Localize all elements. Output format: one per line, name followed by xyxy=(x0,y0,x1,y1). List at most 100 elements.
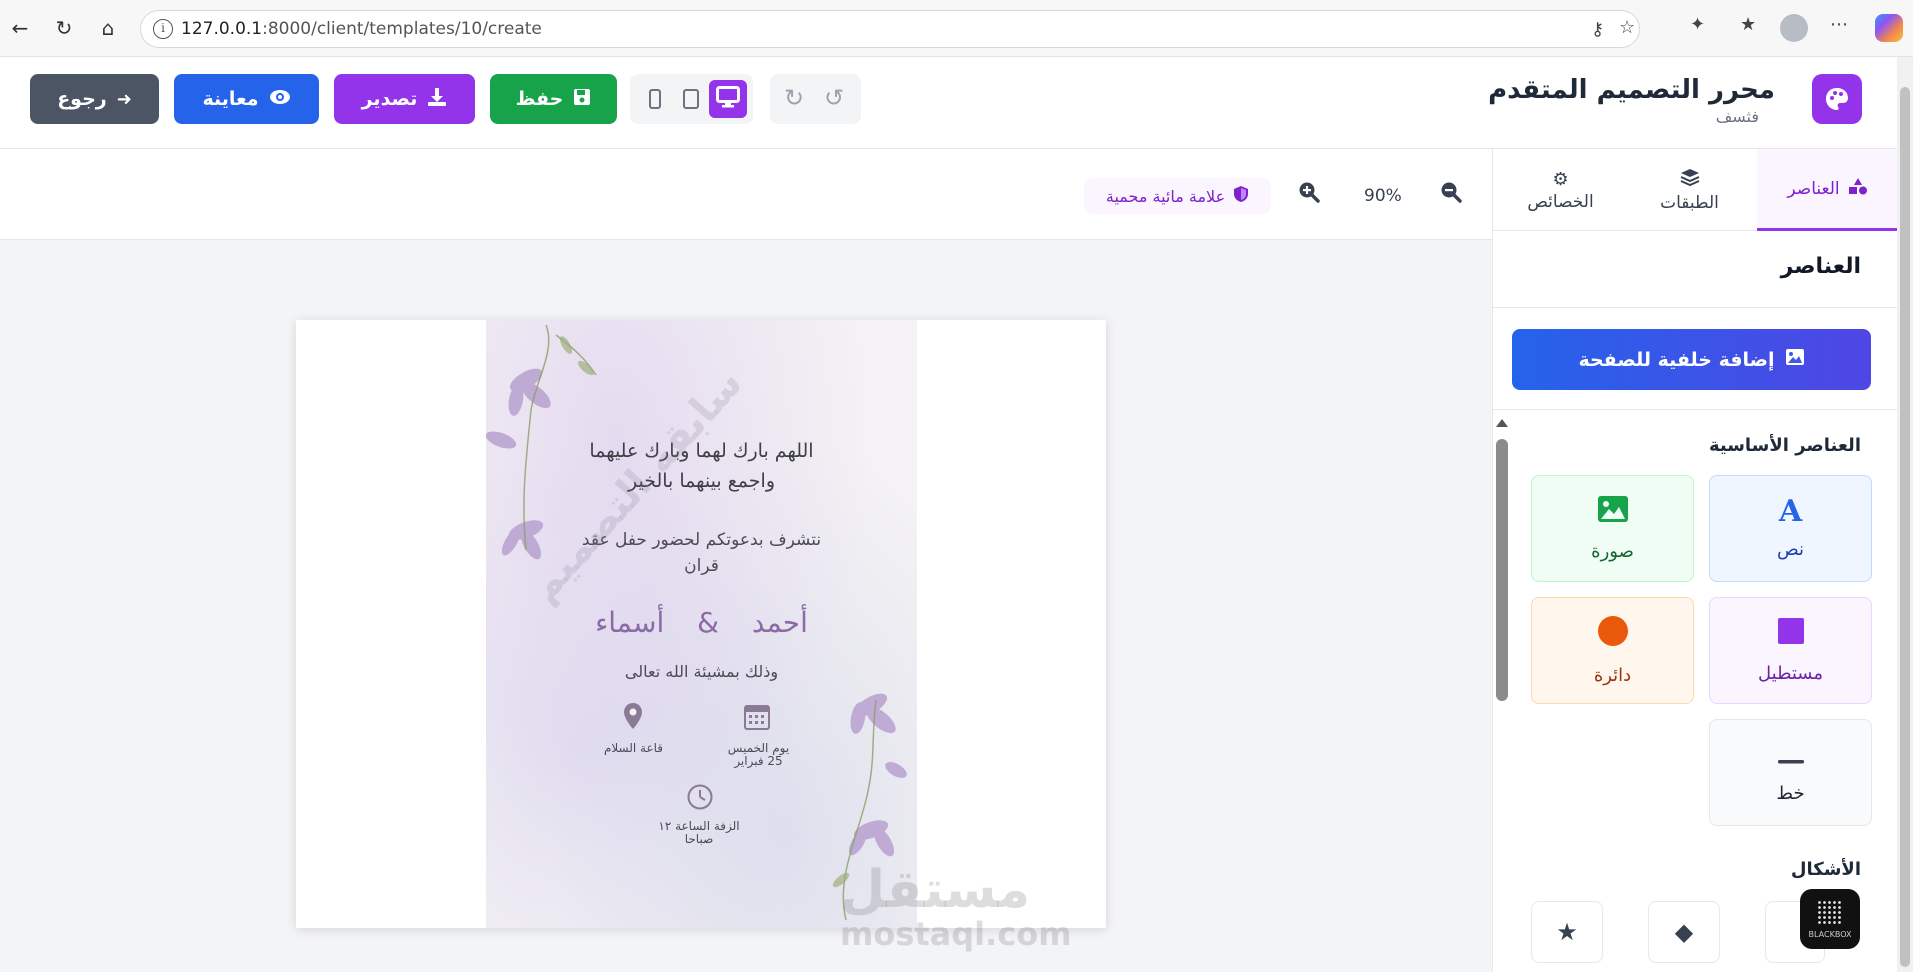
diamond-icon: ◆ xyxy=(1674,918,1694,946)
editor-header: ➜ رجوع معاينة تصدير حفظ ↻ ↺ محرر التصميم… xyxy=(0,57,1897,149)
image-icon xyxy=(1785,348,1805,371)
undo-icon[interactable]: ↺ xyxy=(824,84,844,112)
line-icon xyxy=(1777,741,1804,771)
eye-icon xyxy=(269,89,291,110)
divider xyxy=(1493,307,1898,308)
arrow-right-icon: ➜ xyxy=(116,88,132,110)
editor-title: محرر التصميم المتقدم xyxy=(1488,75,1775,105)
download-icon xyxy=(427,87,447,112)
bride-name: أسماء xyxy=(595,606,665,639)
shield-icon xyxy=(1233,185,1249,207)
url-host: 127.0.0.1 xyxy=(181,19,263,39)
text-tile-label: نص xyxy=(1776,539,1805,560)
add-background-button[interactable]: إضافة خلفية للصفحة xyxy=(1512,329,1871,390)
key-icon[interactable]: ⚷ xyxy=(1591,19,1604,40)
page-scrollbar[interactable] xyxy=(1897,57,1913,972)
tab-layers[interactable]: الطبقات xyxy=(1622,149,1757,231)
redo-icon[interactable]: ↻ xyxy=(784,84,804,112)
layers-icon xyxy=(1680,168,1700,191)
desktop-view-button[interactable] xyxy=(709,80,747,118)
watermark-badge: علامة مائية محمية xyxy=(1084,178,1271,214)
zoom-in-icon[interactable] xyxy=(1298,181,1320,209)
venue-text[interactable]: قاعة السلام xyxy=(586,742,681,755)
elements-panel: العناصر الطبقات ⚙ الخصائص العناصر إضافة … xyxy=(1492,149,1898,972)
location-pin-icon xyxy=(623,702,643,737)
add-line-tile[interactable]: خط xyxy=(1709,719,1872,826)
add-image-tile[interactable]: صورة xyxy=(1531,475,1694,582)
circle-icon xyxy=(1597,615,1629,653)
groom-name: أحمد xyxy=(751,606,808,639)
blackbox-label: BLACKBOX xyxy=(1808,929,1852,939)
panel-title: العناصر xyxy=(1780,254,1861,279)
image-tile-label: صورة xyxy=(1591,541,1634,562)
add-text-tile[interactable]: A نص xyxy=(1709,475,1872,582)
calendar-icon xyxy=(744,702,770,737)
text-icon: A xyxy=(1778,494,1803,529)
profile-avatar[interactable] xyxy=(1780,14,1808,42)
back-button[interactable]: ➜ رجوع xyxy=(30,74,159,124)
tab-properties-label: الخصائص xyxy=(1527,191,1594,212)
page-scrollbar-thumb[interactable] xyxy=(1900,87,1910,967)
save-label: حفظ xyxy=(515,88,564,110)
export-button[interactable]: تصدير xyxy=(334,74,475,124)
canvas-toolbar: 90% علامة مائية محمية xyxy=(0,149,1492,240)
add-rectangle-tile[interactable]: مستطيل xyxy=(1709,597,1872,704)
home-icon[interactable]: ⌂ xyxy=(96,16,120,40)
site-info-icon[interactable]: i xyxy=(153,19,173,39)
add-background-label: إضافة خلفية للصفحة xyxy=(1578,348,1775,371)
device-switcher xyxy=(630,74,753,124)
circle-tile-label: دائرة xyxy=(1593,665,1632,686)
square-icon xyxy=(1777,617,1805,651)
copilot-icon[interactable] xyxy=(1875,14,1903,42)
reload-icon[interactable]: ↻ xyxy=(52,16,76,40)
mobile-icon xyxy=(649,89,661,109)
will-of-god-line[interactable]: وذلك بمشيئة الله تعالى xyxy=(486,662,917,681)
gear-icon: ⚙ xyxy=(1552,168,1569,190)
floppy-disk-icon xyxy=(573,88,591,111)
ampersand: & xyxy=(697,606,719,639)
history-controls: ↻ ↺ xyxy=(770,74,861,124)
extensions-icon[interactable]: ✦ xyxy=(1690,14,1705,35)
back-arrow-icon[interactable]: ← xyxy=(8,16,32,40)
panel-scrollbar[interactable] xyxy=(1496,439,1508,701)
desktop-icon xyxy=(716,86,740,112)
tablet-icon xyxy=(683,89,699,109)
more-menu-icon[interactable]: ⋯ xyxy=(1830,14,1848,35)
save-button[interactable]: حفظ xyxy=(490,74,617,124)
image-icon xyxy=(1597,495,1629,529)
add-circle-tile[interactable]: دائرة xyxy=(1531,597,1694,704)
preview-label: معاينة xyxy=(202,88,259,110)
tab-properties[interactable]: ⚙ الخصائص xyxy=(1493,149,1628,231)
blackbox-widget[interactable]: BLACKBOX xyxy=(1800,889,1860,949)
scroll-up-arrow[interactable] xyxy=(1496,419,1508,427)
add-diamond-tile[interactable]: ◆ xyxy=(1648,901,1720,963)
blackbox-logo-icon xyxy=(1817,899,1843,926)
star-icon[interactable]: ☆ xyxy=(1619,17,1635,38)
watermark-label: علامة مائية محمية xyxy=(1105,186,1226,206)
divider xyxy=(1493,409,1898,410)
zoom-out-icon[interactable] xyxy=(1440,181,1462,209)
clock-icon xyxy=(687,784,713,817)
browser-toolbar: ← ↻ ⌂ i 127.0.0.1:8000/client/templates/… xyxy=(0,0,1913,57)
time-line-2[interactable]: صباحا xyxy=(644,833,754,846)
add-star-tile[interactable]: ★ xyxy=(1531,901,1603,963)
date-line-2[interactable]: 25 فبراير xyxy=(711,755,806,768)
shapes-icon xyxy=(1848,177,1868,200)
palette-icon xyxy=(1812,74,1862,124)
tab-elements-label: العناصر xyxy=(1787,178,1840,199)
preview-button[interactable]: معاينة xyxy=(174,74,319,124)
export-label: تصدير xyxy=(361,88,418,110)
favorites-icon[interactable]: ★ xyxy=(1740,14,1756,35)
dua-line-2[interactable]: واجمع بينهما بالخير xyxy=(486,470,917,492)
tab-layers-label: الطبقات xyxy=(1660,192,1719,213)
star-icon: ★ xyxy=(1556,918,1578,946)
tablet-view-button[interactable] xyxy=(672,80,710,118)
tab-elements[interactable]: العناصر xyxy=(1757,149,1898,231)
mostaql-url-watermark: mostaql.com xyxy=(840,915,1072,953)
url-path: :8000/client/templates/10/create xyxy=(262,19,542,39)
line-tile-label: خط xyxy=(1776,783,1805,804)
panel-tabs: العناصر الطبقات ⚙ الخصائص xyxy=(1493,149,1898,231)
address-bar[interactable]: i 127.0.0.1:8000/client/templates/10/cre… xyxy=(140,10,1640,48)
couple-names[interactable]: أحمد & أسماء xyxy=(486,606,917,639)
mobile-view-button[interactable] xyxy=(636,80,674,118)
